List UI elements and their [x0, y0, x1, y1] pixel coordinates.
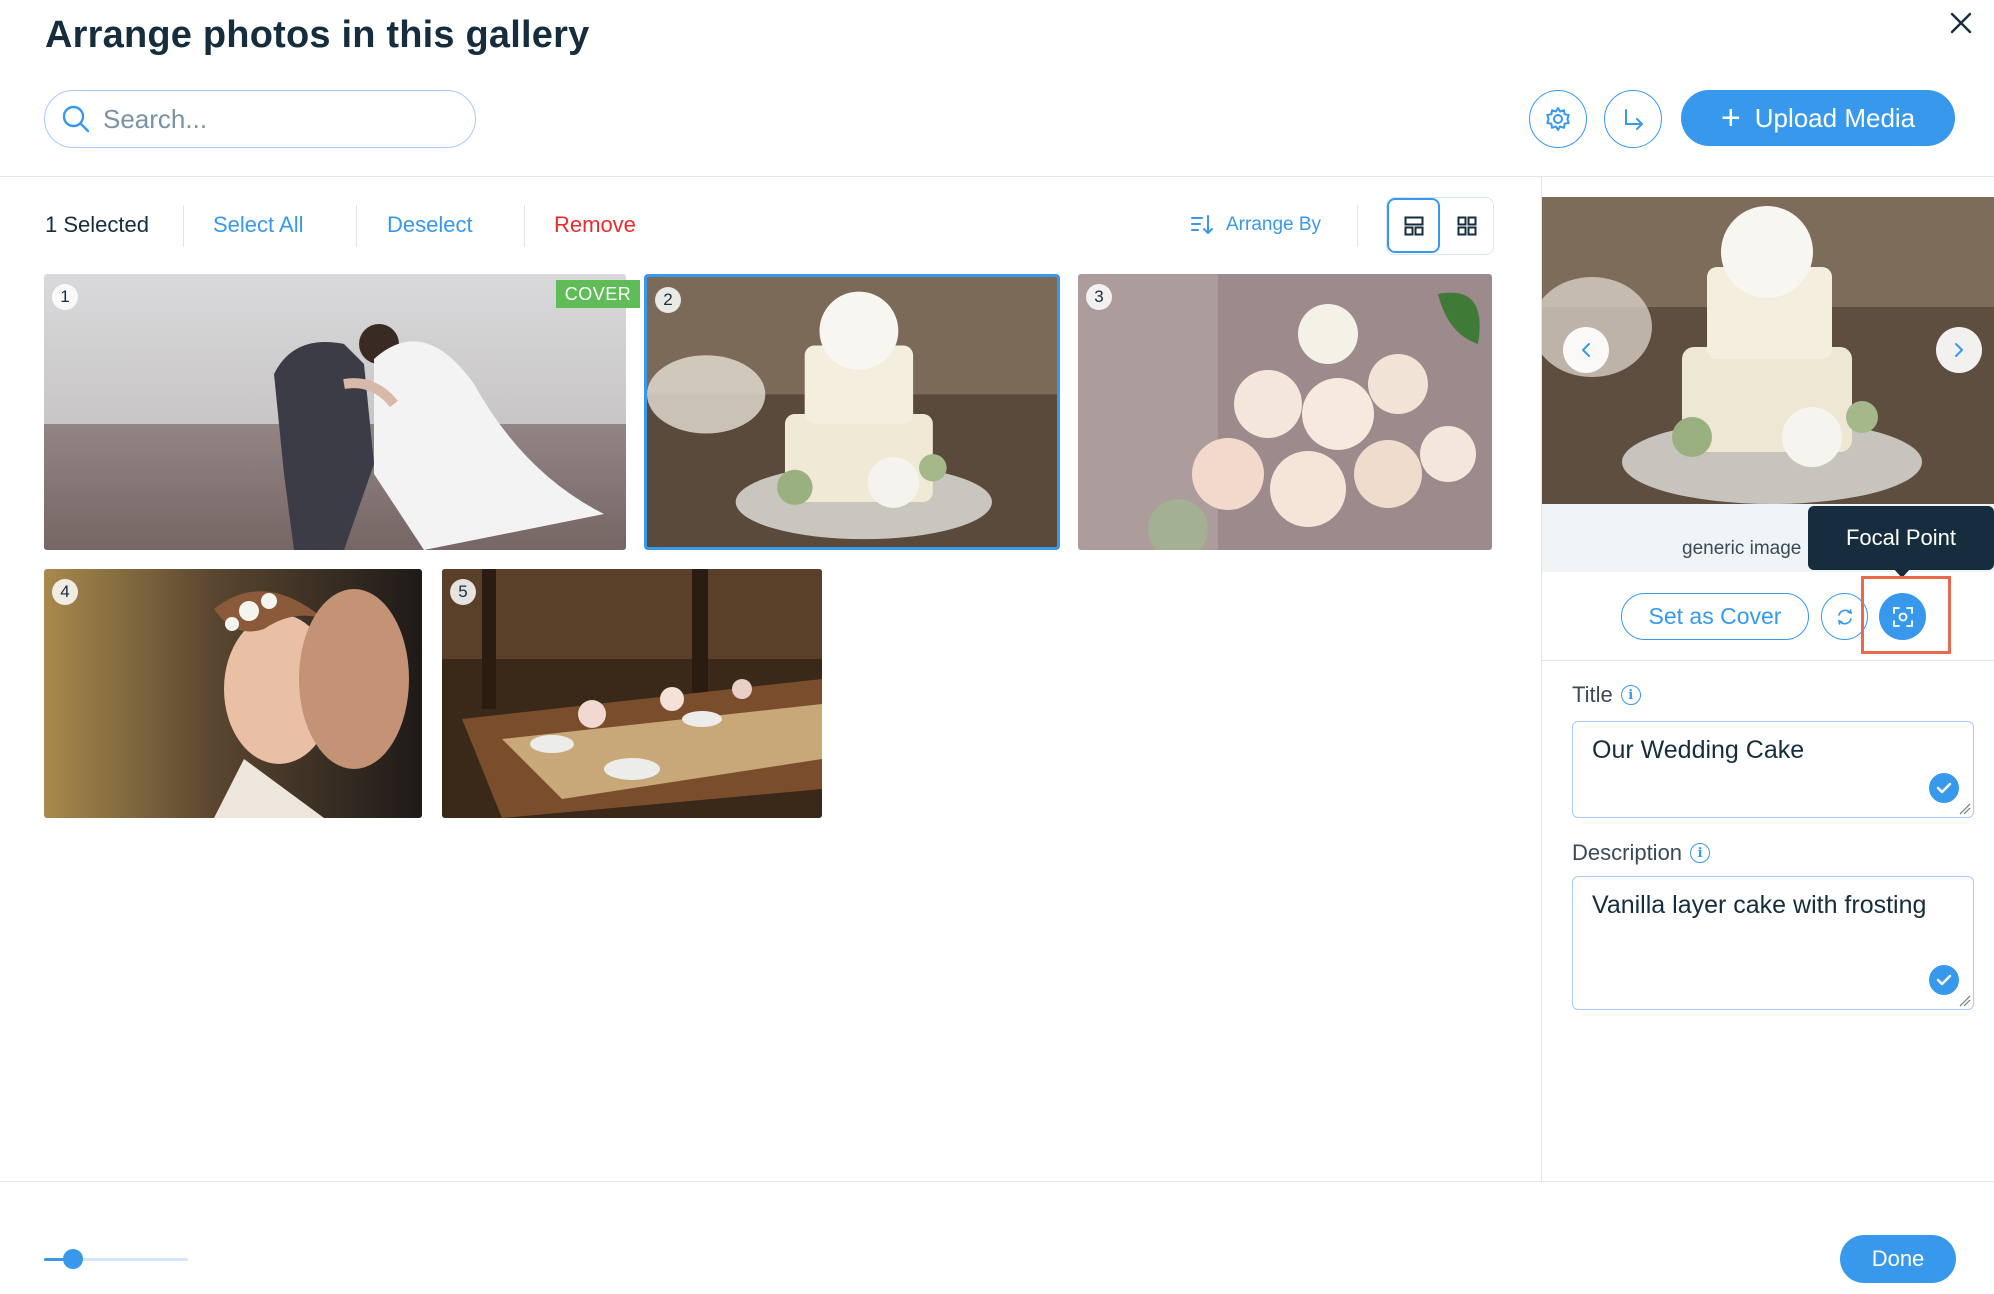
grid-view-icon — [1457, 216, 1477, 235]
focal-point-button[interactable] — [1879, 593, 1926, 640]
photo-tile[interactable]: 4 — [44, 569, 422, 818]
description-label: Description — [1572, 840, 1683, 865]
title-label-row: Title i — [1572, 682, 1641, 708]
sort-icon — [1191, 215, 1213, 234]
photo-number: 2 — [655, 287, 681, 313]
header-divider — [0, 176, 1994, 177]
photo-tile[interactable]: 5 — [442, 569, 822, 818]
replace-icon — [1837, 608, 1852, 625]
title-field[interactable]: Our Wedding Cake — [1572, 721, 1974, 818]
photo-number: 4 — [52, 579, 78, 605]
next-image-button[interactable] — [1936, 327, 1982, 373]
checkmark-icon — [1929, 965, 1959, 995]
toolbar-separator — [1357, 205, 1358, 247]
rose-bouquet-photo — [1078, 274, 1492, 550]
preview-image — [1542, 197, 1994, 504]
arrow-turn-icon — [1625, 109, 1643, 130]
layout-view-icon — [1404, 216, 1424, 235]
photo-number: 3 — [1086, 284, 1112, 310]
slider-handle[interactable] — [62, 1249, 83, 1269]
close-icon — [1950, 12, 1972, 34]
photo-number: 1 — [52, 284, 78, 310]
previous-image-button[interactable] — [1563, 327, 1609, 373]
done-button[interactable]: Done — [1840, 1235, 1956, 1283]
toolbar-separator — [524, 205, 525, 247]
arrange-by-button[interactable]: Arrange By — [1190, 214, 1321, 236]
search-input[interactable] — [103, 103, 443, 135]
photo-tile[interactable]: 1 — [44, 274, 626, 550]
plus-icon: + — [1720, 99, 1741, 137]
selected-count: 1 Selected — [45, 212, 149, 237]
toolbar-separator — [356, 205, 357, 247]
info-icon[interactable]: i — [1620, 685, 1641, 705]
search-box[interactable] — [44, 90, 476, 148]
focal-point-icon — [1892, 606, 1913, 627]
page-title: Arrange photos in this gallery — [45, 14, 590, 56]
checkmark-icon — [1929, 773, 1959, 803]
layout-view-button[interactable] — [1387, 198, 1441, 253]
title-input[interactable]: Our Wedding Cake — [1592, 736, 1922, 776]
title-label: Title — [1572, 682, 1613, 707]
description-input[interactable]: Vanilla layer cake with frosting — [1592, 891, 1964, 961]
bride-groom-photo — [44, 569, 422, 818]
arrange-by-label: Arrange By — [1226, 214, 1322, 235]
grid-view-button[interactable] — [1440, 198, 1493, 253]
resize-handle-icon[interactable] — [1959, 995, 1971, 1007]
photo-tile[interactable]: 3 — [1078, 274, 1492, 550]
remove-button[interactable]: Remove — [554, 212, 636, 238]
view-toggle — [1386, 197, 1494, 255]
description-field[interactable]: Vanilla layer cake with frosting — [1572, 876, 1974, 1010]
focal-point-tooltip: Focal Point — [1808, 506, 1994, 570]
close-button[interactable] — [1944, 6, 1978, 40]
gear-icon — [1546, 107, 1570, 131]
wedding-cake-photo — [647, 277, 1057, 547]
reception-table-photo — [442, 569, 822, 818]
wedding-couple-photo — [44, 274, 626, 550]
toolbar-separator — [183, 205, 184, 247]
set-as-cover-button[interactable]: Set as Cover — [1621, 593, 1809, 640]
upload-media-button[interactable]: + Upload Media — [1681, 90, 1955, 146]
chevron-right-icon — [1955, 343, 1963, 357]
chevron-left-icon — [1582, 343, 1590, 357]
footer-divider — [0, 1181, 1994, 1182]
deselect-button[interactable]: Deselect — [387, 212, 473, 238]
panel-section-divider — [1542, 660, 1994, 661]
select-all-button[interactable]: Select All — [213, 212, 304, 238]
image-preview — [1542, 197, 1994, 504]
description-label-row: Description i — [1572, 840, 1711, 866]
preview-caption: generic image — [1682, 538, 1802, 559]
search-icon — [62, 105, 90, 133]
photo-tile-selected[interactable]: 2 — [644, 274, 1060, 550]
settings-button[interactable] — [1529, 90, 1587, 148]
info-icon[interactable]: i — [1690, 843, 1711, 863]
cover-badge: COVER — [556, 280, 640, 308]
photo-number: 5 — [450, 579, 476, 605]
export-button[interactable] — [1604, 90, 1662, 148]
resize-handle-icon[interactable] — [1959, 803, 1971, 815]
upload-media-label: Upload Media — [1754, 102, 1916, 133]
